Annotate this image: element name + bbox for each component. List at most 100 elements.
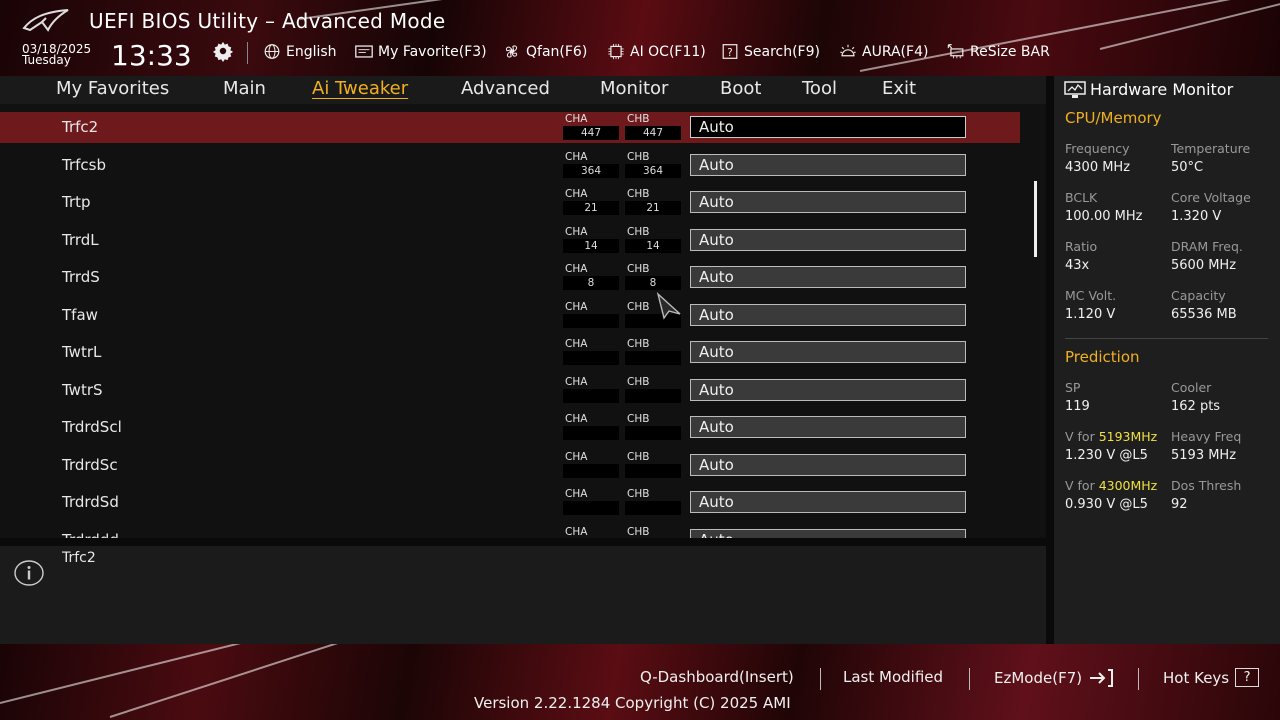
hot-keys-button[interactable]: Hot Keys ? (1163, 668, 1260, 687)
aura-button[interactable]: AURA(F4) (838, 43, 928, 60)
channel-b-readout: CHB (625, 451, 681, 478)
hardware-monitor-label: Hardware Monitor (1090, 80, 1234, 99)
channel-b-readout: CHB (625, 488, 681, 515)
setting-value-field[interactable]: Auto (690, 116, 966, 138)
setting-value-field[interactable]: Auto (690, 191, 966, 213)
setting-row[interactable]: TrrdL CHA 14 CHB 14 Auto (0, 225, 1020, 256)
language-label: English (286, 43, 337, 60)
setting-label: TrdrdSc (62, 455, 118, 474)
channel-a-label: CHA (565, 525, 588, 538)
hw-stat-value: 43x (1065, 258, 1090, 273)
language-button[interactable]: English (262, 43, 337, 60)
favorite-icon (355, 45, 373, 58)
hw-stat-label: Ratio (1065, 239, 1098, 254)
my-favorite-button[interactable]: My Favorite(F3) (354, 43, 487, 60)
v-for-prefix: V for (1065, 429, 1099, 444)
scrollbar[interactable] (1034, 181, 1037, 257)
channel-b-value: 364 (625, 163, 681, 178)
setting-label: TwtrS (62, 380, 103, 399)
fan-icon (505, 45, 518, 58)
tab-advanced[interactable]: Advanced (461, 78, 550, 99)
channel-a-label: CHA (565, 300, 588, 313)
hw-stat-label: DRAM Freq. (1171, 239, 1243, 254)
channel-b-label: CHB (627, 300, 650, 313)
channel-a-readout: CHA 21 (563, 188, 619, 215)
setting-label: TrdrdSd (62, 493, 119, 511)
setting-value-field[interactable]: Auto (690, 453, 966, 476)
footer-divider (969, 668, 970, 690)
tab-boot[interactable]: Boot (720, 78, 761, 99)
search-icon: ? (722, 44, 738, 59)
setting-row[interactable]: Trfc2 CHA 447 CHB 447 Auto (0, 112, 1020, 143)
setting-value-field[interactable]: Auto (690, 528, 966, 538)
qfan-button[interactable]: Qfan(F6) (502, 43, 587, 60)
channel-a-label: CHA (565, 263, 588, 275)
qfan-label: Qfan(F6) (526, 43, 588, 60)
setting-row[interactable]: TrrdS CHA 8 CHB 8 Auto (0, 262, 1020, 293)
hw-stat-label: MC Volt. (1065, 288, 1117, 303)
channel-a-label: CHA (565, 225, 588, 238)
hw-stat-value: 5600 MHz (1171, 258, 1237, 273)
setting-row[interactable]: TwtrL CHA CHB Auto (0, 337, 1020, 368)
channel-b-label: CHB (627, 488, 650, 500)
tab-main[interactable]: Main (223, 78, 266, 99)
setting-row[interactable]: TrdrdSc CHA CHB Auto (0, 450, 1020, 481)
setting-row[interactable]: Trdrddd CHA CHB Auto (0, 525, 1020, 538)
channel-b-label: CHB (627, 225, 650, 238)
prediction-section: Prediction (1065, 348, 1140, 366)
q-dashboard-button[interactable]: Q-Dashboard(Insert) (640, 668, 794, 686)
channel-b-readout: CHB 21 (625, 188, 681, 215)
channel-a-readout: CHA 364 (563, 151, 619, 178)
settings-list: Trfc2 CHA 447 CHB 447 Auto Trfcsb CHA 364 CHB 364 A… (0, 104, 1046, 538)
hw-stat-label: Core Voltage (1171, 190, 1251, 205)
channel-a-readout: CHA (563, 376, 619, 403)
tab-ai-tweaker[interactable]: Ai Tweaker (312, 78, 408, 99)
channel-b-value (625, 501, 681, 515)
channel-a-readout: CHA (563, 413, 619, 440)
setting-row[interactable]: Tfaw CHA CHB Auto (0, 300, 1020, 331)
tab-exit[interactable]: Exit (882, 78, 916, 99)
channel-a-value (563, 426, 619, 440)
setting-value-field[interactable]: Auto (690, 378, 966, 401)
setting-value-field[interactable]: Auto (690, 303, 966, 326)
v-for-freq2-label: V for 4300MHz (1065, 478, 1157, 493)
channel-a-readout: CHA (563, 451, 619, 478)
setting-row[interactable]: Trfcsb CHA 364 CHB 364 Auto (0, 150, 1020, 181)
setting-row[interactable]: TrdrdSd CHA CHB Auto (0, 487, 1020, 518)
setting-value-field[interactable]: Auto (690, 153, 966, 176)
gear-icon[interactable] (212, 40, 234, 62)
ezmode-button[interactable]: EzMode(F7) (994, 668, 1114, 688)
setting-value-field[interactable]: Auto (690, 266, 966, 288)
setting-row[interactable]: Trtp CHA 21 CHB 21 Auto (0, 187, 1020, 218)
setting-value-field[interactable]: Auto (690, 491, 966, 513)
setting-value-field[interactable]: Auto (690, 341, 966, 363)
hw-stat-value: 65536 MB (1171, 307, 1237, 322)
tab-monitor[interactable]: Monitor (600, 78, 668, 99)
hw-stat-value: 50°C (1171, 160, 1204, 175)
channel-a-value: 364 (563, 163, 619, 178)
sp-value: 119 (1065, 399, 1090, 414)
heavy-freq-label: Heavy Freq (1171, 429, 1242, 444)
tab-my-favorites[interactable]: My Favorites (56, 78, 169, 99)
last-modified-button[interactable]: Last Modified (843, 668, 943, 686)
channel-a-value (563, 313, 619, 328)
tab-tool[interactable]: Tool (802, 78, 837, 99)
globe-icon (264, 44, 280, 59)
title-bar: UEFI BIOS Utility – Advanced Mode 03/18/… (0, 0, 1280, 76)
aura-label: AURA(F4) (862, 43, 929, 60)
hw-stat-value: 4300 MHz (1065, 160, 1131, 175)
setting-row[interactable]: TrdrdScl CHA CHB Auto (0, 412, 1020, 443)
hw-stat-value: 1.120 V (1065, 307, 1116, 322)
hw-stat-label: Temperature (1171, 141, 1251, 156)
version-text: Version 2.22.1284 Copyright (C) 2025 AMI (474, 694, 791, 712)
channel-a-readout: CHA 8 (563, 263, 619, 290)
resize-bar-button[interactable]: ReSize BAR (946, 43, 1050, 60)
setting-row[interactable]: TwtrS CHA CHB Auto (0, 375, 1020, 406)
channel-a-value: 8 (563, 276, 619, 290)
setting-value-field[interactable]: Auto (690, 416, 966, 438)
ai-oc-button[interactable]: AI OC(F11) (606, 43, 706, 60)
search-button[interactable]: ? Search(F9) (720, 43, 820, 60)
channel-a-label: CHA (565, 113, 588, 125)
ai-oc-label: AI OC(F11) (630, 43, 706, 60)
setting-value-field[interactable]: Auto (690, 228, 966, 251)
